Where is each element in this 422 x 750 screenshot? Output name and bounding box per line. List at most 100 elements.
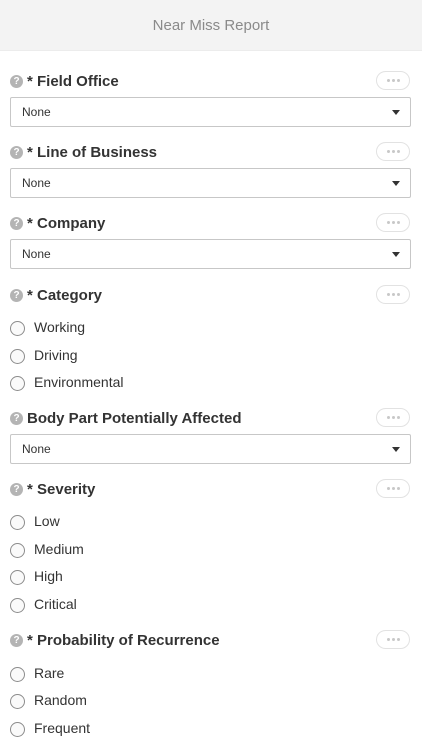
dot [391, 293, 395, 296]
field-office-section: ? * Field Office None [0, 71, 422, 127]
body-part-select[interactable]: None [10, 434, 411, 464]
dot [396, 487, 400, 490]
dot [386, 487, 390, 490]
dot [386, 221, 390, 224]
body-part-section: ? Body Part Potentially Affected None [0, 408, 422, 464]
dot [396, 638, 400, 641]
radio-label: Working [34, 319, 86, 335]
chevron-down-icon [392, 447, 400, 452]
body-part-more-button[interactable] [376, 408, 410, 427]
category-option-environmental[interactable]: Environmental [10, 374, 310, 394]
dot [386, 293, 390, 296]
field-office-value: None [22, 105, 51, 119]
severity-label-row: ? * Severity [0, 479, 422, 501]
company-section: ? * Company None [0, 213, 422, 269]
field-office-select[interactable]: None [10, 97, 411, 127]
dot [391, 221, 395, 224]
radio-button[interactable] [10, 722, 25, 737]
radio-button[interactable] [10, 321, 25, 336]
chevron-down-icon [392, 110, 400, 115]
help-icon[interactable]: ? [10, 483, 23, 496]
radio-label: Random [34, 692, 87, 708]
line-of-business-section: ? * Line of Business None [0, 142, 422, 198]
probability-option-frequent[interactable]: Frequent [10, 720, 310, 740]
radio-label: Medium [34, 541, 84, 557]
dot [391, 638, 395, 641]
help-icon[interactable]: ? [10, 146, 23, 159]
dot [391, 79, 395, 82]
severity-label: * Severity [27, 481, 96, 498]
line-of-business-more-button[interactable] [376, 142, 410, 161]
severity-section: ? * Severity Low Medium High Critical [0, 479, 422, 613]
radio-label: Rare [34, 665, 65, 681]
dot [391, 150, 395, 153]
radio-label: Environmental [34, 374, 124, 390]
chevron-down-icon [392, 252, 400, 257]
dot [396, 150, 400, 153]
category-more-button[interactable] [376, 285, 410, 304]
dot [386, 79, 390, 82]
body-part-value: None [22, 442, 51, 456]
probability-option-rare[interactable]: Rare [10, 665, 310, 685]
field-office-label: * Field Office [27, 73, 119, 90]
page-header: Near Miss Report [0, 0, 422, 51]
probability-more-button[interactable] [376, 630, 410, 649]
field-office-more-button[interactable] [376, 71, 410, 90]
category-label-row: ? * Category [0, 285, 422, 307]
severity-option-medium[interactable]: Medium [10, 541, 310, 561]
company-label: * Company [27, 215, 106, 232]
dot [391, 416, 395, 419]
radio-label: High [34, 568, 63, 584]
dot [386, 416, 390, 419]
line-of-business-label-row: ? * Line of Business [0, 142, 422, 164]
category-label: * Category [27, 287, 103, 304]
line-of-business-select[interactable]: None [10, 168, 411, 198]
help-icon[interactable]: ? [10, 412, 23, 425]
company-value: None [22, 247, 51, 261]
severity-more-button[interactable] [376, 479, 410, 498]
radio-button[interactable] [10, 667, 25, 682]
severity-option-critical[interactable]: Critical [10, 596, 310, 616]
field-office-label-row: ? * Field Office [0, 71, 422, 93]
line-of-business-value: None [22, 176, 51, 190]
radio-label: Frequent [34, 720, 91, 736]
company-select[interactable]: None [10, 239, 411, 269]
help-icon[interactable]: ? [10, 634, 23, 647]
probability-section: ? * Probability of Recurrence Rare Rando… [0, 630, 422, 737]
radio-button[interactable] [10, 694, 25, 709]
category-option-driving[interactable]: Driving [10, 347, 310, 367]
chevron-down-icon [392, 181, 400, 186]
help-icon[interactable]: ? [10, 289, 23, 302]
radio-label: Low [34, 513, 60, 529]
help-icon[interactable]: ? [10, 75, 23, 88]
body-part-label: Body Part Potentially Affected [27, 410, 242, 427]
category-option-working[interactable]: Working [10, 319, 310, 339]
severity-option-low[interactable]: Low [10, 513, 310, 533]
radio-button[interactable] [10, 570, 25, 585]
radio-button[interactable] [10, 543, 25, 558]
dot [386, 638, 390, 641]
line-of-business-label: * Line of Business [27, 144, 158, 161]
dot [396, 416, 400, 419]
dot [396, 221, 400, 224]
dot [396, 293, 400, 296]
category-section: ? * Category Working Driving Environment… [0, 285, 422, 391]
radio-button[interactable] [10, 598, 25, 613]
probability-label: * Probability of Recurrence [27, 632, 220, 649]
dot [386, 150, 390, 153]
radio-button[interactable] [10, 515, 25, 530]
probability-label-row: ? * Probability of Recurrence [0, 630, 422, 652]
radio-label: Driving [34, 347, 78, 363]
severity-option-high[interactable]: High [10, 568, 310, 588]
body-part-label-row: ? Body Part Potentially Affected [0, 408, 422, 430]
help-icon[interactable]: ? [10, 217, 23, 230]
probability-option-random[interactable]: Random [10, 692, 310, 712]
company-more-button[interactable] [376, 213, 410, 232]
radio-button[interactable] [10, 376, 25, 391]
dot [391, 487, 395, 490]
company-label-row: ? * Company [0, 213, 422, 235]
radio-label: Critical [34, 596, 77, 612]
dot [396, 79, 400, 82]
radio-button[interactable] [10, 349, 25, 364]
page-title: Near Miss Report [152, 16, 270, 34]
